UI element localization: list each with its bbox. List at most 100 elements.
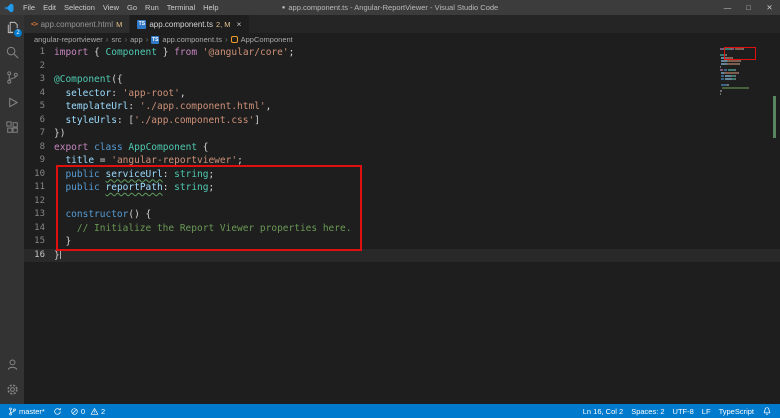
code-line-6[interactable]: 6 styleUrls: ['./app.component.css']: [24, 114, 780, 128]
notifications-bell-icon[interactable]: [762, 406, 772, 416]
explorer-icon[interactable]: 2: [0, 15, 24, 40]
tab-close-icon[interactable]: ×: [237, 19, 242, 29]
line-number: 11: [34, 182, 45, 192]
code-editor[interactable]: 1 import { Component } from '@angular/cor…: [24, 46, 780, 404]
minimap-segment: [742, 48, 744, 50]
code-line-8[interactable]: 8 export class AppComponent {: [24, 141, 780, 155]
run-and-debug-icon[interactable]: [0, 90, 24, 115]
menu-terminal[interactable]: Terminal: [163, 3, 199, 12]
breadcrumb-src[interactable]: src: [111, 35, 121, 44]
breadcrumb-symbol[interactable]: AppComponent: [241, 35, 293, 44]
vscode-window: File Edit Selection View Go Run Terminal Help ●…: [0, 0, 780, 418]
ts-file-icon: TS: [151, 35, 160, 44]
tab-problems-modified-badge: 2, M: [215, 19, 231, 29]
indentation-item[interactable]: Spaces: 2: [631, 407, 664, 416]
menu-help[interactable]: Help: [199, 3, 222, 12]
code-token: export: [54, 141, 89, 153]
window-title-text: app.component.ts - Angular-ReportViewer …: [288, 3, 499, 12]
source-control-icon[interactable]: [0, 65, 24, 90]
code-token: }): [54, 128, 66, 139]
eol-item[interactable]: LF: [702, 407, 711, 416]
line-number: 9: [39, 155, 45, 165]
sync-changes-item[interactable]: [53, 407, 62, 416]
code-token: from: [174, 47, 198, 58]
extensions-icon[interactable]: [0, 115, 24, 140]
minimap-segment: [722, 87, 749, 89]
problems-item[interactable]: 0 2: [70, 407, 105, 416]
line-number: 5: [39, 101, 45, 111]
code-token: ;: [208, 168, 215, 180]
line-number: 8: [39, 141, 45, 152]
minimap[interactable]: [720, 48, 766, 96]
code-line-14[interactable]: 14 // Initialize the Report Viewer prope…: [24, 222, 780, 236]
code-token: ;: [288, 47, 295, 58]
settings-gear-icon[interactable]: [0, 377, 24, 402]
breadcrumb-separator: ›: [105, 35, 109, 44]
menu-edit[interactable]: Edit: [39, 3, 60, 12]
tab-app-component-ts[interactable]: TS app.component.ts 2, M ×: [130, 15, 250, 33]
accounts-icon[interactable]: [0, 352, 24, 377]
encoding-item[interactable]: UTF-8: [673, 407, 694, 416]
code-line-3[interactable]: 3 @Component({: [24, 73, 780, 87]
code-token: './app.component.css': [134, 114, 255, 126]
menu-view[interactable]: View: [99, 3, 123, 12]
code-line-5[interactable]: 5 templateUrl: './app.component.html',: [24, 100, 780, 114]
minimap-line: [720, 48, 766, 50]
line-content: public reportPath: string;: [54, 181, 214, 195]
code-token: AppComponent: [128, 141, 198, 153]
code-line-9[interactable]: 9 title = 'angular-reportviewer';: [24, 154, 780, 168]
line-number: 14: [34, 222, 45, 233]
minimap-segment: [727, 63, 740, 65]
minimap-line: [720, 72, 766, 74]
line-content: title = 'angular-reportviewer';: [54, 154, 242, 168]
minimap-line: [720, 84, 766, 86]
menu-go[interactable]: Go: [123, 3, 141, 12]
code-line-1[interactable]: 1 import { Component } from '@angular/cor…: [24, 46, 780, 60]
minimap-line: [720, 90, 766, 92]
line-number: 10: [34, 168, 45, 179]
breadcrumb-project[interactable]: angular-reportviewer: [34, 35, 103, 44]
scrollbar[interactable]: [767, 46, 780, 404]
breadcrumb: angular-reportviewer › src › app › TS ap…: [24, 33, 780, 46]
maximize-button[interactable]: □: [738, 0, 759, 15]
breadcrumb-separator: ›: [124, 35, 128, 44]
unsaved-dot: ●: [281, 4, 286, 11]
code-line-11[interactable]: 11 public reportPath: string;: [24, 181, 780, 195]
minimize-button[interactable]: —: [717, 0, 738, 15]
code-line-2[interactable]: 2: [24, 60, 780, 74]
breadcrumb-file[interactable]: app.component.ts: [162, 35, 222, 44]
menu-selection[interactable]: Selection: [60, 3, 99, 12]
menu-file[interactable]: File: [19, 3, 39, 12]
code-line-15[interactable]: 15 }: [24, 235, 780, 249]
close-button[interactable]: ✕: [759, 0, 780, 15]
code-token: () {: [128, 209, 152, 220]
code-token: ]: [254, 114, 260, 126]
code-line-4[interactable]: 4 selector: 'app-root',: [24, 87, 780, 101]
cursor-position-item[interactable]: Ln 16, Col 2: [583, 407, 623, 416]
git-branch-item[interactable]: master*: [8, 407, 45, 416]
line-content: selector: 'app-root',: [54, 87, 185, 101]
warning-count: 2: [101, 406, 106, 416]
code-line-13[interactable]: 13 constructor() {: [24, 208, 780, 222]
code-line-10[interactable]: 10 public serviceUrl: string;: [24, 168, 780, 182]
breadcrumb-app[interactable]: app: [130, 35, 143, 44]
language-mode-item[interactable]: TypeScript: [719, 407, 754, 416]
main-area: 2 <> app.component.html M TS app.compone…: [0, 15, 780, 404]
code-line-7[interactable]: 7}): [24, 127, 780, 141]
menu-run[interactable]: Run: [141, 3, 163, 12]
code-token: =: [94, 155, 112, 166]
search-icon[interactable]: [0, 40, 24, 65]
line-content: templateUrl: './app.component.html',: [54, 100, 271, 114]
code-line-16[interactable]: 16}: [24, 248, 780, 262]
minimap-line: [720, 87, 766, 89]
code-line-12[interactable]: 12: [24, 195, 780, 209]
tab-app-component-html[interactable]: <> app.component.html M: [24, 15, 131, 33]
line-number: 7: [39, 128, 45, 138]
status-bar-left: master* 0 2: [8, 407, 105, 416]
minimap-segment: [720, 66, 722, 68]
minimap-line: [720, 66, 766, 68]
line-number: 12: [34, 195, 45, 206]
